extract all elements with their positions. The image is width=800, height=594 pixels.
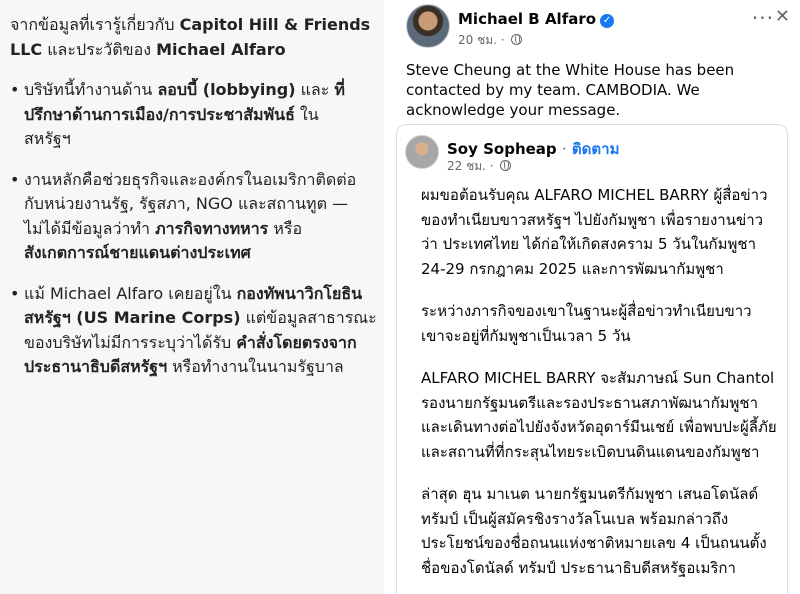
shared-paragraph: ผมขอต้อนรับคุณ ALFARO MICHEL BARRY ผู้สื… — [421, 186, 768, 278]
follow-button[interactable]: ติดตาม — [572, 140, 620, 158]
bullet-text: สหรัฐฯ — [24, 129, 71, 148]
shared-paragraph: ALFARO MICHEL BARRY จะสัมภาษณ์ Sun Chant… — [421, 369, 777, 461]
bold-text: กองทัพนาวิกโยธิน — [236, 283, 363, 303]
answer-bullet: • แม้ Michael Alfaro เคยอยู่ใน กองทัพนาวิ… — [10, 282, 382, 380]
bullet-text: และ — [295, 80, 335, 99]
avatar[interactable] — [406, 4, 450, 48]
intro-text: จากข้อมูลที่เรารู้เกี่ยวกับ — [10, 15, 180, 34]
bullet-text: แต่ข้อมูลสาธารณะ — [240, 308, 377, 327]
globe-icon — [511, 34, 523, 45]
answer-intro: จากข้อมูลที่เรารู้เกี่ยวกับ Capitol Hill… — [10, 12, 382, 62]
bullet-text: หรือ — [268, 218, 303, 238]
bullet-text: บริษัทนี้ทำงานด้าน — [24, 80, 158, 99]
verified-badge-icon: ✓ — [600, 14, 615, 28]
bold-text: ภารกิจทางทหาร — [155, 218, 269, 238]
bullet-text: งานหลักคือช่วยธุรกิจและองค์กรในอเมริกาติ… — [24, 169, 357, 189]
bold-text: ลอบบี้ (lobbying) — [157, 80, 296, 99]
shared-paragraph: ล่าสุด ฮุน มาเนต นายกรัฐมนตรีกัมพูชา เสน… — [421, 485, 767, 577]
post-meta: 22 ชม. · — [447, 157, 512, 176]
author-name[interactable]: Soy Sopheap — [447, 140, 557, 158]
bullet-text: กับหน่วยงานรัฐ, รัฐสภา, NGO และสถานทูต — — [24, 194, 349, 213]
shared-post-header: Soy Sopheap · ติดตาม 22 ชม. · — [397, 125, 787, 179]
bold-text: ที่ — [334, 80, 345, 99]
author-name[interactable]: Michael B Alfaro — [458, 10, 596, 28]
shared-post-body: ผมขอต้อนรับคุณ ALFARO MICHEL BARRY ผู้สื… — [397, 179, 787, 580]
bullet-text: หรือทำงานในนามรัฐบาล — [167, 357, 344, 376]
bullet-text: ไม่ได้มีข้อมูลว่าทำ — [24, 218, 156, 238]
post-header: Michael B Alfaro ✓ 20 ชม. · ··· ✕ — [396, 0, 790, 56]
answer-bullet: • งานหลักคือช่วยธุรกิจและองค์กรในอเมริกาต… — [10, 168, 382, 266]
bullet-text: ใน — [294, 104, 319, 124]
answer-bullet-list: • บริษัทนี้ทำงานด้าน ลอบบี้ (lobbying) แล… — [10, 78, 382, 380]
bullet-icon: • — [10, 283, 20, 303]
person-name: Michael Alfaro — [156, 40, 286, 59]
post-meta: 20 ชม. · — [458, 31, 523, 50]
globe-icon — [500, 160, 512, 171]
bullet-icon: • — [10, 80, 20, 99]
ai-answer-panel: จากข้อมูลที่เรารู้เกี่ยวกับ Capitol Hill… — [0, 0, 390, 594]
post-timestamp[interactable]: 22 ชม. · — [447, 159, 494, 173]
answer-bullet: • บริษัทนี้ทำงานด้าน ลอบบี้ (lobbying) แล… — [10, 78, 382, 152]
facebook-post: Michael B Alfaro ✓ 20 ชม. · ··· ✕ Steve C… — [384, 0, 800, 594]
bold-text: ปรึกษาด้านการเมือง/การประชาสัมพันธ์ — [24, 104, 295, 124]
post-author[interactable]: Michael B Alfaro ✓ — [458, 10, 615, 28]
bold-text: สังเกตการณ์ชายแดนต่างประเทศ — [24, 243, 251, 262]
more-options-button[interactable]: ··· — [752, 6, 774, 30]
shared-post[interactable]: Soy Sopheap · ติดตาม 22 ชม. · ผมขอต้อนรั… — [396, 124, 788, 594]
post-timestamp[interactable]: 20 ชม. · — [458, 33, 505, 47]
bold-text: คำสั่งโดยตรงจาก — [236, 332, 357, 352]
close-button[interactable]: ✕ — [775, 6, 790, 27]
intro-text: และประวัติของ — [42, 40, 157, 59]
avatar[interactable] — [405, 135, 439, 169]
bullet-text: ของบริษัทไม่มีการระบุว่าได้รับ — [24, 332, 237, 352]
bullet-text: แม้ Michael Alfaro เคยอยู่ใน — [24, 283, 237, 303]
bold-text: ประธานาธิบดีสหรัฐฯ — [24, 357, 168, 376]
bullet-icon: • — [10, 169, 20, 189]
bold-text: สหรัฐฯ (US Marine Corps) — [24, 308, 241, 327]
shared-paragraph: ระหว่างภารกิจของเขาในฐานะผู้สื่อข่าวทำเน… — [421, 302, 752, 345]
post-text: Steve Cheung at the White House has been… — [406, 61, 735, 119]
